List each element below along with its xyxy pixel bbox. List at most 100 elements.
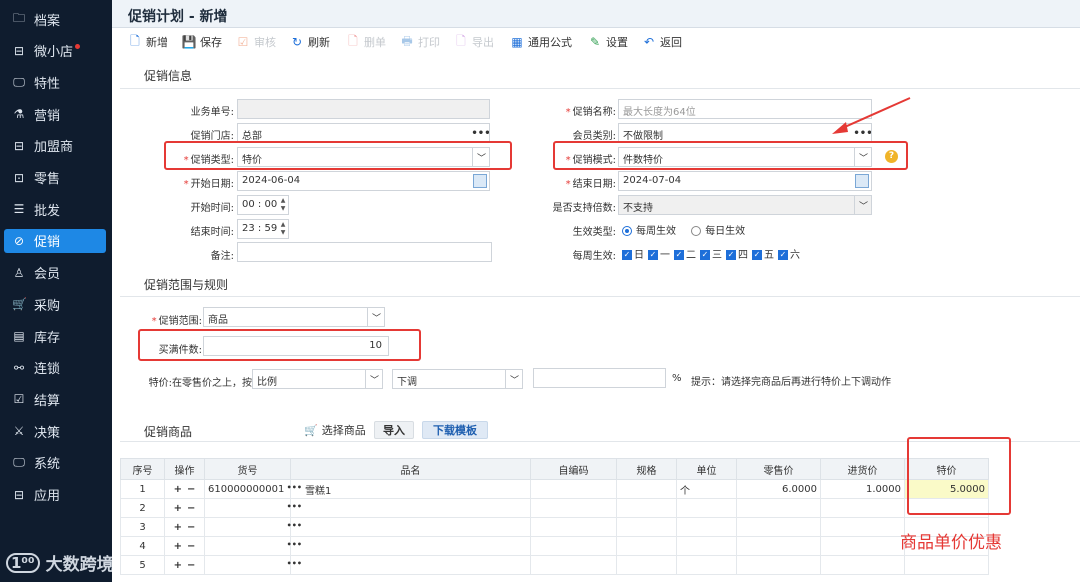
toolbar-button-5[interactable]: 🖶 打印 [400, 34, 440, 50]
remove-row-icon[interactable]: − [187, 503, 195, 514]
add-row-icon[interactable]: + [174, 503, 182, 514]
toolbar-button-9[interactable]: ↶ 返回 [642, 34, 682, 50]
special-price-cell[interactable] [904, 555, 989, 575]
spec-cell[interactable] [616, 517, 677, 537]
sidebar-item-9[interactable]: 🛒 采购 [4, 292, 106, 316]
name-cell[interactable] [290, 555, 531, 575]
code-picker-button[interactable]: ••• [287, 483, 302, 492]
weekday-checkbox-5[interactable]: ✓ 五 [752, 250, 774, 261]
retail-price-cell[interactable] [736, 536, 821, 556]
spec-cell[interactable] [616, 498, 677, 518]
chevron-down-icon[interactable]: ﹀ [365, 370, 382, 388]
weekday-checkbox-2[interactable]: ✓ 二 [674, 250, 696, 261]
select-goods-button[interactable]: 🛒 选择商品 [304, 422, 366, 438]
download-template-button[interactable]: 下载模板 [422, 421, 488, 439]
code-cell[interactable]: 610000000001 ••• [204, 479, 302, 499]
calendar-icon[interactable] [473, 174, 487, 188]
sidebar-item-8[interactable]: ♙ 会员 [4, 261, 106, 285]
time-spinner-icon[interactable]: ▲ ▼ [278, 196, 288, 214]
code-picker-button[interactable]: ••• [287, 540, 302, 549]
toolbar-button-1[interactable]: 💾 保存 [182, 34, 222, 50]
self-code-cell[interactable] [530, 555, 617, 575]
name-cell[interactable] [290, 498, 531, 518]
remove-row-icon[interactable]: − [187, 522, 195, 533]
sidebar-item-3[interactable]: ⚗ 营销 [4, 102, 106, 126]
toolbar-button-8[interactable]: ✎ 设置 [588, 34, 628, 50]
toolbar-button-2[interactable]: ☑ 审核 [236, 34, 276, 50]
effect-radio-weekly[interactable]: 每周生效 [622, 226, 676, 237]
weekday-checkbox-4[interactable]: ✓ 四 [726, 250, 748, 261]
chevron-down-icon[interactable]: ﹀ [367, 308, 384, 326]
cost-price-cell[interactable] [820, 517, 905, 537]
retail-price-cell[interactable] [736, 517, 821, 537]
remark-input[interactable] [237, 242, 492, 262]
retail-price-cell[interactable]: 6.0000 [736, 479, 821, 499]
unit-cell[interactable] [676, 536, 737, 556]
sidebar-item-4[interactable]: ⊟ 加盟商 [4, 134, 106, 158]
toolbar-button-3[interactable]: ↻ 刷新 [290, 34, 330, 50]
end-date-input[interactable]: 2024-07-04 [618, 171, 872, 191]
name-cell[interactable] [290, 536, 531, 556]
sidebar-item-14[interactable]: 🖵 系统 [4, 451, 106, 475]
special-mode-select[interactable]: 比例 ﹀ [252, 369, 383, 389]
weekday-checkbox-1[interactable]: ✓ 一 [648, 250, 670, 261]
spec-cell[interactable] [616, 555, 677, 575]
sidebar-item-0[interactable]: 🗀 档案 [4, 7, 106, 31]
chevron-down-icon[interactable]: ﹀ [854, 196, 871, 214]
cost-price-cell[interactable] [820, 555, 905, 575]
start-date-input[interactable]: 2024-06-04 [237, 171, 490, 191]
remove-row-icon[interactable]: − [187, 541, 195, 552]
biz-no-input[interactable] [237, 99, 490, 119]
unit-cell[interactable] [676, 517, 737, 537]
name-cell[interactable]: 雪糕1 [290, 479, 531, 499]
sidebar-item-1[interactable]: ⊟ 微小店 [4, 39, 106, 63]
toolbar-button-7[interactable]: ▦ 通用公式 [510, 34, 572, 50]
calendar-icon[interactable] [855, 174, 869, 188]
special-value-input[interactable] [533, 368, 666, 388]
cost-price-cell[interactable]: 1.0000 [820, 479, 905, 499]
remove-row-icon[interactable]: − [187, 484, 195, 495]
code-cell[interactable]: ••• [204, 555, 302, 575]
add-row-icon[interactable]: + [174, 484, 182, 495]
effect-radio-daily[interactable]: 每日生效 [691, 226, 745, 237]
sidebar-item-11[interactable]: ⚯ 连锁 [4, 356, 106, 380]
special-dir-select[interactable]: 下调 ﹀ [392, 369, 523, 389]
sidebar-item-13[interactable]: ⚔ 决策 [4, 419, 106, 443]
sidebar-item-10[interactable]: ▤ 库存 [4, 324, 106, 348]
add-row-icon[interactable]: + [174, 541, 182, 552]
sidebar-item-2[interactable]: 🖵 特性 [4, 70, 106, 94]
start-time-input[interactable]: 00 : 00 ▲ ▼ [237, 195, 289, 215]
sidebar-item-5[interactable]: ⊡ 零售 [4, 166, 106, 190]
unit-cell[interactable] [676, 555, 737, 575]
self-code-cell[interactable] [530, 498, 617, 518]
sidebar-item-6[interactable]: ☰ 批发 [4, 197, 106, 221]
name-cell[interactable] [290, 517, 531, 537]
code-cell[interactable]: ••• [204, 498, 302, 518]
end-time-input[interactable]: 23 : 59 ▲ ▼ [237, 219, 289, 239]
sidebar-item-12[interactable]: ☑ 结算 [4, 387, 106, 411]
self-code-cell[interactable] [530, 517, 617, 537]
unit-cell[interactable] [676, 498, 737, 518]
code-cell[interactable]: ••• [204, 517, 302, 537]
code-picker-button[interactable]: ••• [287, 502, 302, 511]
unit-cell[interactable]: 个 [676, 479, 737, 499]
code-picker-button[interactable]: ••• [287, 559, 302, 568]
store-input[interactable]: 总部 ••• [237, 123, 490, 143]
import-button[interactable]: 导入 [374, 421, 414, 439]
self-code-cell[interactable] [530, 479, 617, 499]
spec-cell[interactable] [616, 479, 677, 499]
toolbar-button-4[interactable]: 🗋 删单 [346, 34, 386, 50]
code-cell[interactable]: ••• [204, 536, 302, 556]
sidebar-item-15[interactable]: ⊟ 应用 [4, 483, 106, 507]
retail-price-cell[interactable] [736, 498, 821, 518]
add-row-icon[interactable]: + [174, 522, 182, 533]
toolbar-button-6[interactable]: 🗋 导出 [454, 34, 494, 50]
sidebar-item-7[interactable]: ⊘ 促销 [4, 228, 106, 253]
cost-price-cell[interactable] [820, 536, 905, 556]
retail-price-cell[interactable] [736, 555, 821, 575]
store-picker-button[interactable]: ••• [471, 124, 489, 142]
weekday-checkbox-0[interactable]: ✓ 日 [622, 250, 644, 261]
multiple-select[interactable]: 不支持 ﹀ [618, 195, 872, 215]
chevron-down-icon[interactable]: ﹀ [505, 370, 522, 388]
toolbar-button-0[interactable]: 🗋 新增 [128, 34, 168, 50]
